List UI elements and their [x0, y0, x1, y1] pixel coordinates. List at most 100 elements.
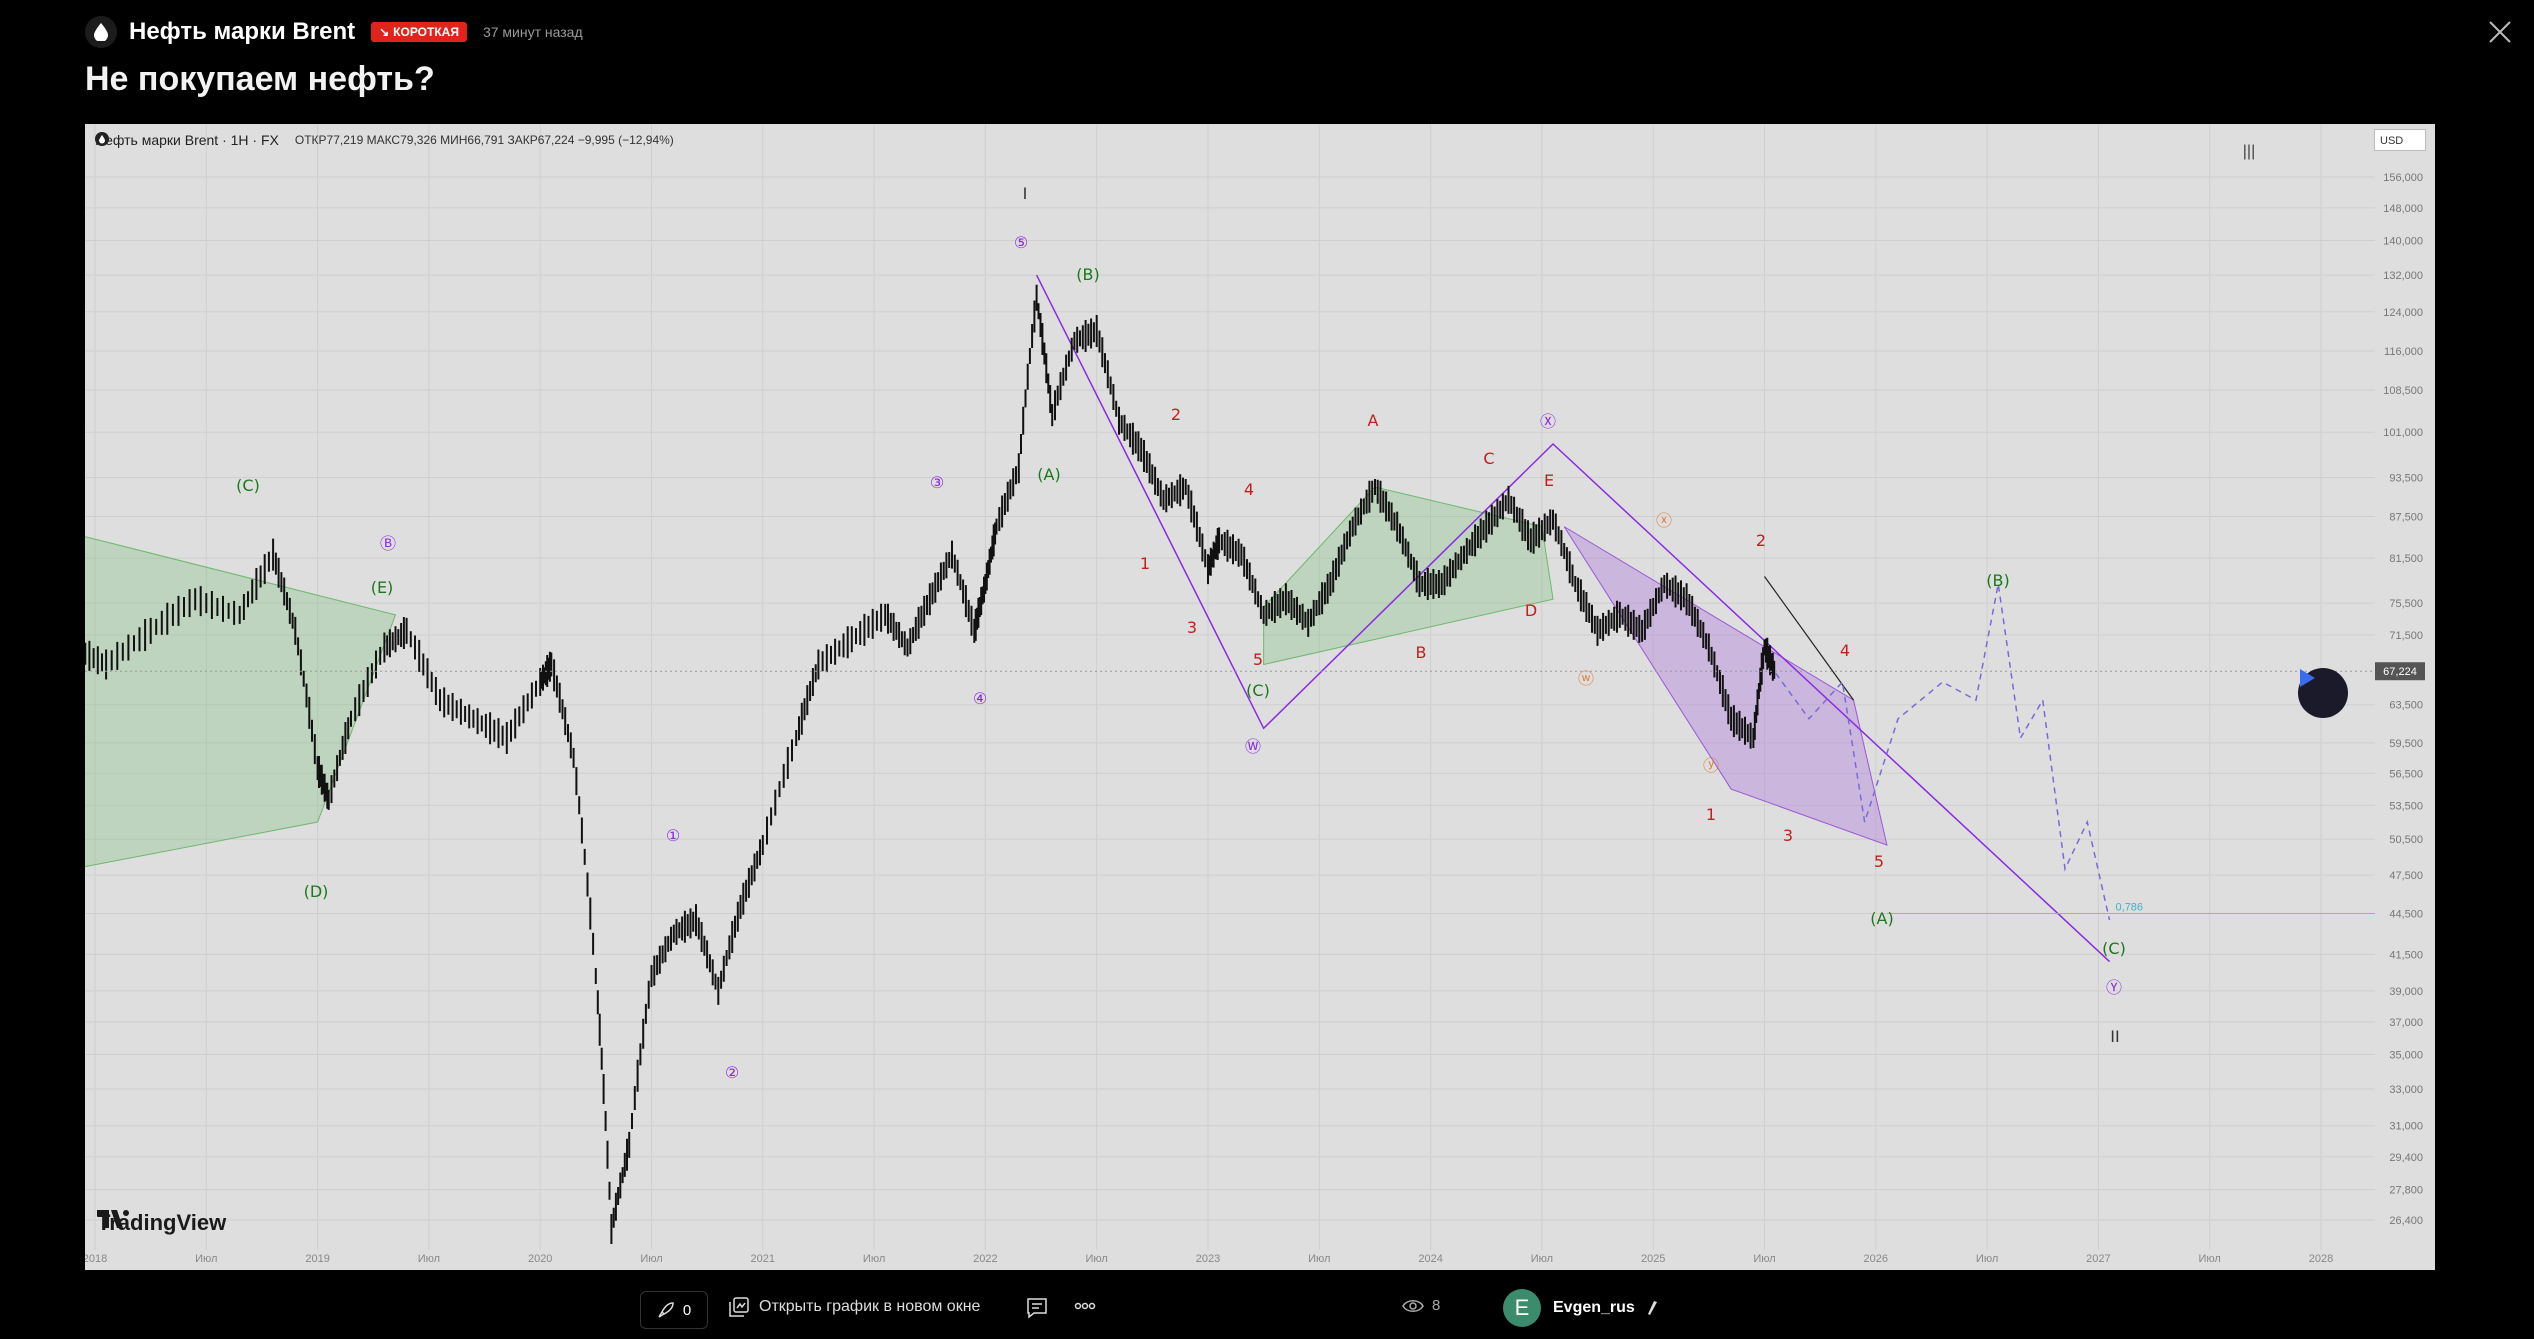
more-button[interactable] [1074, 1295, 1096, 1322]
open-chart-label: Открыть график в новом окне [759, 1298, 981, 1315]
time-axis-label: 2025 [1641, 1253, 1665, 1265]
boost-button[interactable]: 0 [640, 1291, 708, 1329]
close-button[interactable] [2482, 14, 2518, 50]
legend-symbol: Нефть марки Brent · 1H · FX [95, 132, 279, 148]
close-icon [2489, 21, 2511, 43]
price-chart[interactable]: 2018 Июл 2019 Июл 2020 Июл 2021 Июл 2022 Июл 2023 И… [85, 124, 2435, 1270]
price-axis-label: 33,000 [2389, 1084, 2423, 1096]
wave-label: C [1483, 449, 1494, 468]
wave-label: D [1525, 601, 1537, 620]
price-axis-label: 87,500 [2389, 511, 2423, 523]
more-icon [1074, 1302, 1096, 1310]
time-axis-label: Июл [1976, 1253, 1998, 1265]
time-axis-label: 2024 [1418, 1253, 1442, 1265]
wave-label: Ⓧ [1540, 412, 1556, 431]
wave-label: Ⓦ [1245, 737, 1261, 756]
time-axis-label: Июл [195, 1253, 217, 1265]
author-name[interactable]: Evgen_rus [1553, 1299, 1635, 1317]
wave-label: E [1544, 471, 1554, 490]
wave-label: ⑤ [1014, 233, 1028, 252]
arrow-down-icon: ↘ [379, 25, 390, 39]
currency-select[interactable]: USD [2374, 129, 2426, 151]
price-axis-label: 31,000 [2389, 1121, 2423, 1133]
wxy-line [1035, 274, 2111, 963]
idea-title: Не покупаем нефть? [85, 60, 435, 98]
price-axis-label: 63,500 [2389, 700, 2423, 712]
price-axis-label: 26,400 [2389, 1215, 2423, 1227]
price-axis-label: 50,500 [2389, 834, 2423, 846]
eye-icon [1402, 1299, 1424, 1312]
triangle-pattern-green [1263, 486, 1554, 666]
wave-label: ⓦ [1578, 669, 1594, 688]
wave-label: 3 [1187, 618, 1197, 637]
time-axis-label: Июл [418, 1253, 440, 1265]
price-axis-label: 81,500 [2389, 553, 2423, 565]
price-axis-label: 35,000 [2389, 1049, 2423, 1061]
wave-label: (A) [1037, 465, 1060, 484]
wave-label: ③ [930, 473, 944, 492]
wave-label: 2 [1756, 531, 1766, 550]
oil-drop-icon [85, 16, 117, 48]
price-axis-label: 140,000 [2383, 236, 2423, 248]
wave-label: 5 [1874, 852, 1884, 871]
toolbar-toggle[interactable]: ||| [2243, 143, 2255, 160]
play-icon [2300, 669, 2315, 687]
time-axis-label: Июл [863, 1253, 885, 1265]
tradingview-logo[interactable]: TradingView [97, 1210, 226, 1236]
symbol-name[interactable]: Нефть марки Brent [129, 18, 355, 46]
chart-area[interactable]: 2018 Июл 2019 Июл 2020 Июл 2021 Июл 2022 Июл 2023 И… [85, 124, 2435, 1270]
boost-count: 0 [682, 1301, 692, 1319]
wave-label: B [1416, 643, 1427, 662]
time-axis-label: Июл [2199, 1253, 2221, 1265]
idea-footer: 0 Открыть график в новом окне 8 E Evgen_… [0, 1289, 2534, 1329]
wave-label: ① [666, 826, 680, 845]
replay-button[interactable] [2298, 668, 2348, 718]
direction-badge: ↘ КОРОТКАЯ [371, 22, 467, 42]
time-axis-label: 2018 [85, 1253, 107, 1265]
price-axis-label: 108,500 [2383, 385, 2423, 397]
idea-header: Нефть марки Brent ↘ КОРОТКАЯ 37 минут на… [85, 14, 583, 50]
open-chart-link[interactable]: Открыть график в новом окне [729, 1297, 980, 1317]
price-axis-label: 37,000 [2389, 1017, 2423, 1029]
fib-label: 0,786 [2116, 901, 2144, 913]
wave-label: A [1368, 411, 1379, 430]
price-axis-label: 56,500 [2389, 768, 2423, 780]
rocket-icon [658, 1302, 674, 1318]
legend-ohlc: ОТКР77,219 МАКС79,326 МИН66,791 ЗАКР67,2… [294, 133, 674, 147]
wave-label: ⓧ [1656, 511, 1672, 530]
wave-label: 4 [1840, 641, 1850, 660]
time-axis-label: 2020 [528, 1253, 552, 1265]
price-axis-label: 71,500 [2389, 630, 2423, 642]
views-number: 8 [1432, 1297, 1441, 1314]
author[interactable]: E Evgen_rus [1503, 1289, 1657, 1327]
direction-label: КОРОТКАЯ [393, 25, 459, 39]
wave-label: (B) [1076, 265, 1099, 284]
wave-label: ④ [973, 689, 987, 708]
time-axis-label: 2019 [305, 1253, 329, 1265]
price-axis-label: 27,800 [2389, 1185, 2423, 1197]
price-axis-label: 101,000 [2383, 427, 2423, 439]
time-axis-label: Июл [1086, 1253, 1108, 1265]
wave-label: ② [725, 1063, 739, 1082]
time-axis-label: Июл [1531, 1253, 1553, 1265]
time-axis-label: Июл [640, 1253, 662, 1265]
price-axis-label: 132,000 [2383, 270, 2423, 282]
tv-logo-icon [97, 1210, 129, 1228]
comment-button[interactable] [1026, 1297, 1048, 1324]
avatar[interactable]: E [1503, 1289, 1541, 1327]
last-price-label: 67,224 [2383, 666, 2417, 678]
price-axis-label: 53,500 [2389, 800, 2423, 812]
time-axis-label: 2026 [1864, 1253, 1888, 1265]
time-axis-label: Июл [1308, 1253, 1330, 1265]
wave-label: (E) [371, 578, 394, 597]
time-axis-label: 2028 [2309, 1253, 2333, 1265]
price-axis-label: 59,500 [2389, 738, 2423, 750]
wave-label: (C) [1246, 681, 1270, 700]
wave-label: 4 [1244, 480, 1254, 499]
wave-label: (C) [236, 476, 260, 495]
wave-label: (D) [304, 882, 329, 901]
wave-label: (C) [2102, 939, 2126, 958]
wave-label: 2 [1171, 405, 1181, 424]
wave-label: 1 [1140, 554, 1150, 573]
price-axis-label: 41,500 [2389, 949, 2423, 961]
